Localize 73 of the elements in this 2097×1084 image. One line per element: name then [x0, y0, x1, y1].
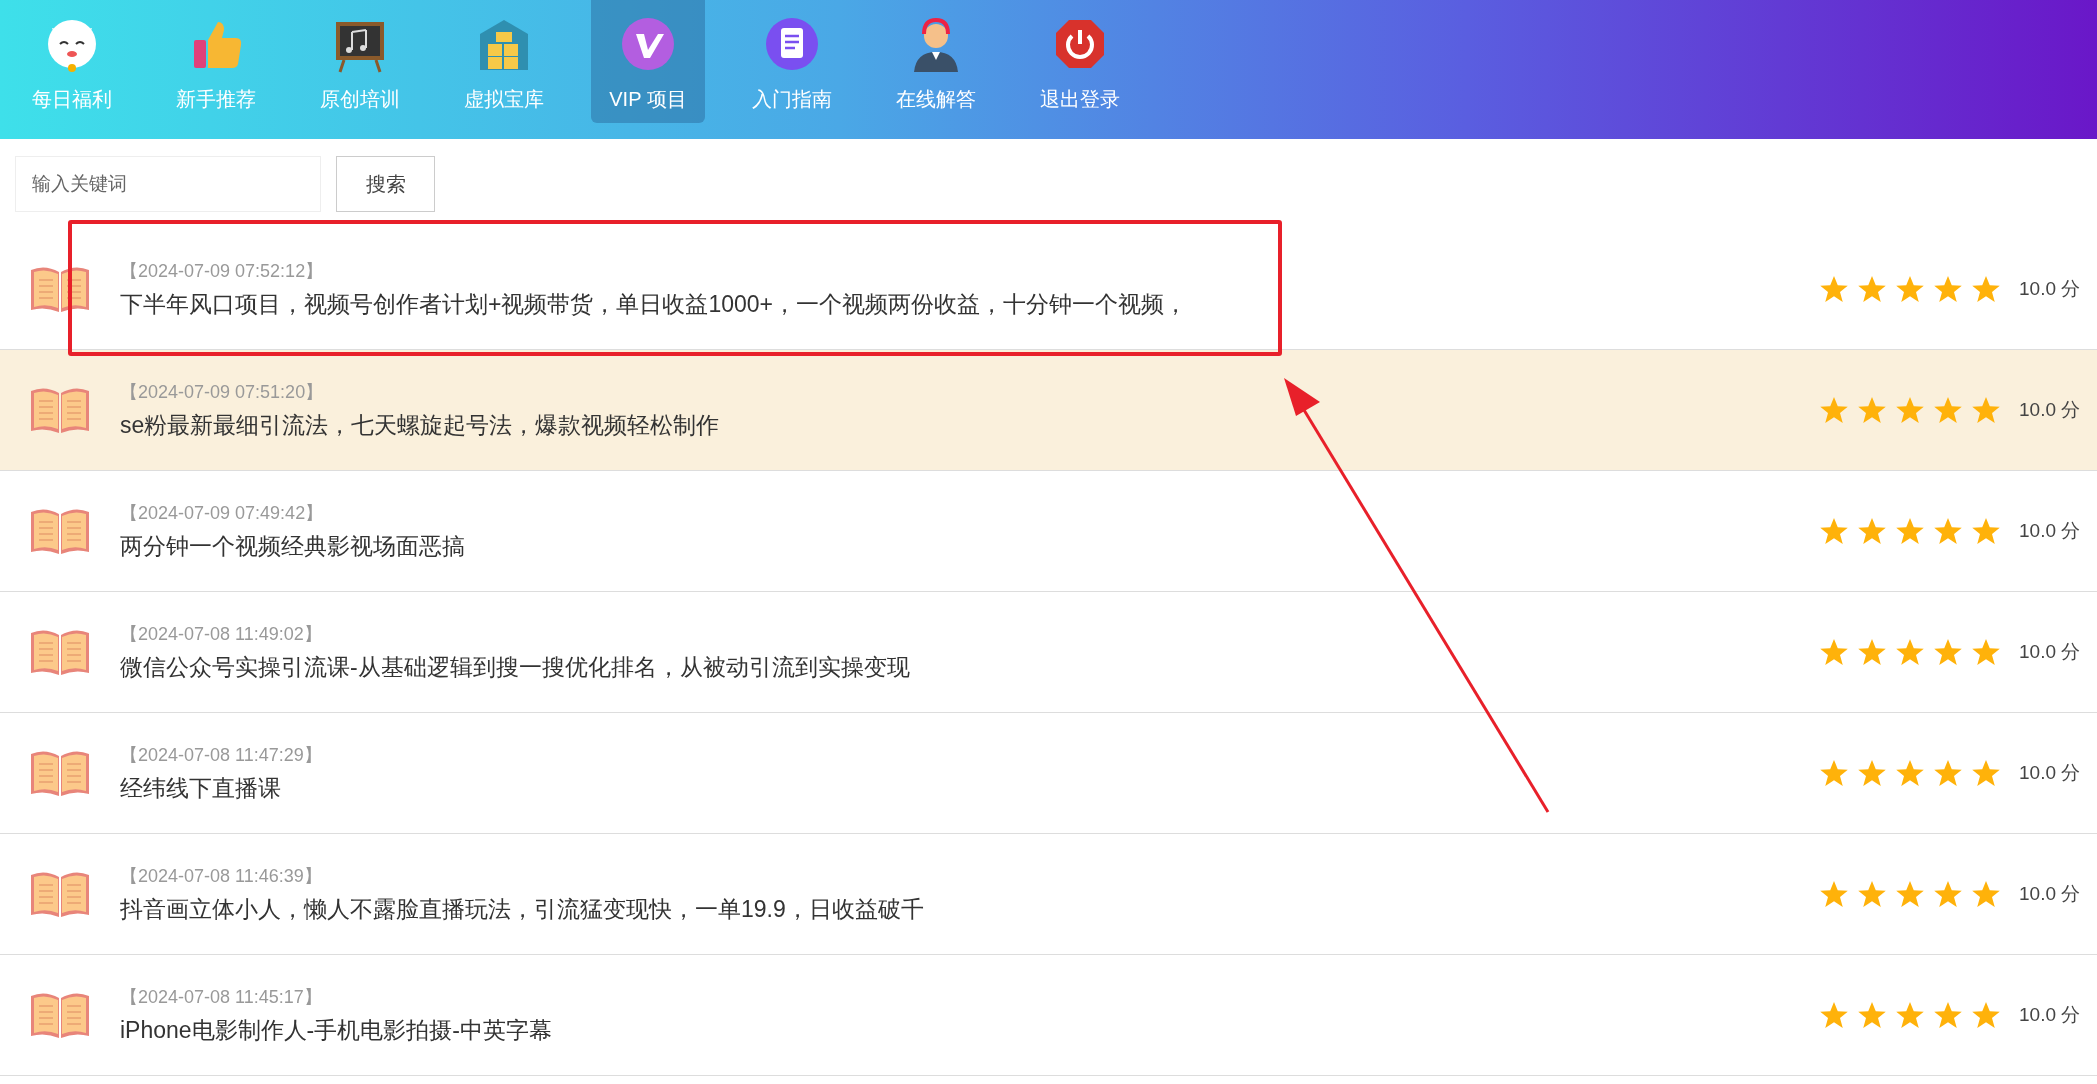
item-score: 10.0 分 — [2019, 277, 2082, 301]
book-icon — [29, 990, 91, 1040]
item-date: 【2024-07-08 11:49:02】 — [120, 622, 323, 646]
item-date: 【2024-07-09 07:49:42】 — [120, 501, 325, 525]
item-score: 10.0 分 — [2019, 1003, 2082, 1027]
star-icon — [1933, 274, 1963, 304]
search-button[interactable]: 搜索 — [336, 156, 435, 212]
book-icon — [29, 748, 91, 798]
star-icon — [1895, 637, 1925, 667]
book-icon — [29, 264, 91, 314]
item-title[interactable]: 下半年风口项目，视频号创作者计划+视频带货，单日收益1000+，一个视频两份收益，十分钟一个视频， — [120, 288, 1819, 320]
book-icon — [29, 385, 91, 435]
item-title[interactable]: se粉最新最细引流法，七天螺旋起号法，爆款视频轻松制作 — [120, 409, 1819, 441]
item-date: 【2024-07-09 07:52:12】 — [120, 259, 325, 283]
star-icon — [1933, 516, 1963, 546]
star-icon — [1933, 637, 1963, 667]
star-icon — [1895, 516, 1925, 546]
item-score: 10.0 分 — [2019, 398, 2082, 422]
book-icon — [29, 627, 91, 677]
item-score: 10.0 分 — [2019, 882, 2082, 906]
star-icon — [1895, 879, 1925, 909]
star-icon — [1857, 516, 1887, 546]
item-date: 【2024-07-08 11:45:17】 — [120, 985, 323, 1009]
book-icon — [29, 506, 91, 556]
star-icon — [1819, 274, 1849, 304]
item-title[interactable]: iPhone电影制作人-手机电影拍摄-中英字幕 — [120, 1014, 1819, 1046]
list-row[interactable]: 【2024-07-08 11:45:17】 iPhone电影制作人-手机电影拍摄-中英字幕 10.0 分 — [0, 955, 2097, 1076]
star-icon — [1933, 1000, 1963, 1030]
star-icon — [1819, 758, 1849, 788]
search-field[interactable]: 输入关键词 — [15, 156, 321, 212]
star-icon — [1971, 637, 2001, 667]
item-score: 10.0 分 — [2019, 640, 2082, 664]
list-row[interactable]: 【2024-07-09 07:51:20】 se粉最新最细引流法，七天螺旋起号法，爆款视频轻松制作 10.0 分 — [0, 350, 2097, 471]
star-icon — [1819, 395, 1849, 425]
star-icon — [1895, 758, 1925, 788]
list-row[interactable]: 【2024-07-08 11:49:02】 微信公众号实操引流课-从基础逻辑到搜一搜优化排名，从被动引流到实操变现 10.0 分 — [0, 592, 2097, 713]
star-icon — [1857, 1000, 1887, 1030]
star-icon — [1971, 395, 2001, 425]
star-icon — [1819, 1000, 1849, 1030]
list-row[interactable]: 【2024-07-09 07:52:12】 下半年风口项目，视频号创作者计划+视频带货，单日收益1000+，一个视频两份收益，十分钟一个视频， 10.0 分 — [0, 229, 2097, 350]
item-title[interactable]: 抖音画立体小人，懒人不露脸直播玩法，引流猛变现快，一单19.9，日收益破千 — [120, 893, 1819, 925]
star-icon — [1857, 879, 1887, 909]
star-icon — [1971, 274, 2001, 304]
star-icon — [1895, 1000, 1925, 1030]
item-score: 10.0 分 — [2019, 519, 2082, 543]
item-title[interactable]: 两分钟一个视频经典影视场面恶搞 — [120, 530, 1819, 562]
star-icon — [1819, 637, 1849, 667]
star-icon — [1819, 516, 1849, 546]
item-date: 【2024-07-09 07:51:20】 — [120, 380, 325, 404]
item-date: 【2024-07-08 11:47:29】 — [120, 743, 323, 767]
list-row[interactable]: 【2024-07-08 11:47:29】 经纬线下直播课 10.0 分 — [0, 713, 2097, 834]
star-icon — [1857, 637, 1887, 667]
star-icon — [1971, 516, 2001, 546]
star-icon — [1971, 879, 2001, 909]
star-icon — [1971, 1000, 2001, 1030]
star-icon — [1819, 879, 1849, 909]
star-icon — [1857, 274, 1887, 304]
nav-tab[interactable]: VIP 项目 — [591, 0, 705, 123]
star-icon — [1857, 758, 1887, 788]
star-icon — [1971, 758, 2001, 788]
book-icon — [29, 869, 91, 919]
item-title[interactable]: 经纬线下直播课 — [120, 772, 1819, 804]
item-score: 10.0 分 — [2019, 761, 2082, 785]
item-title[interactable]: 微信公众号实操引流课-从基础逻辑到搜一搜优化排名，从被动引流到实操变现 — [120, 651, 1819, 683]
list-row[interactable]: 【2024-07-08 11:46:39】 抖音画立体小人，懒人不露脸直播玩法，引流猛变现快，一单19.9，日收益破千 10.0 分 — [0, 834, 2097, 955]
star-icon — [1857, 395, 1887, 425]
star-icon — [1895, 395, 1925, 425]
star-icon — [1933, 879, 1963, 909]
list-row[interactable]: 【2024-07-09 07:49:42】 两分钟一个视频经典影视场面恶搞 10.0 分 — [0, 471, 2097, 592]
star-icon — [1933, 395, 1963, 425]
star-icon — [1895, 274, 1925, 304]
star-icon — [1933, 758, 1963, 788]
item-date: 【2024-07-08 11:46:39】 — [120, 864, 323, 888]
